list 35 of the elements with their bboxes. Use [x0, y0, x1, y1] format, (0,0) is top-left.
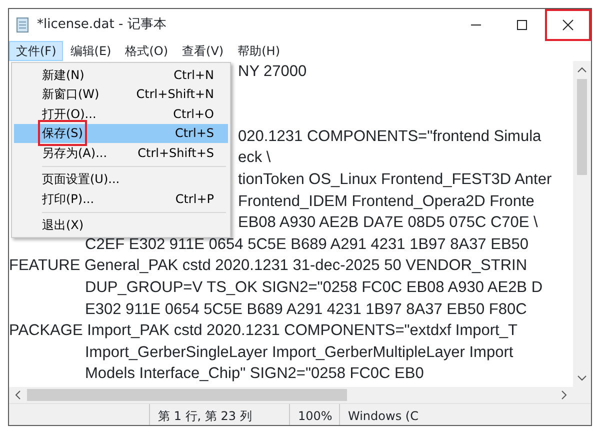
menu-item[interactable]: 格式(O): [118, 41, 176, 61]
text-line: EB08 A930 AE2B DA7E 08D5 075C C70E \: [238, 214, 538, 232]
text-line: eck \: [238, 149, 271, 166]
menu-item[interactable]: 编辑(E): [63, 41, 118, 61]
menu-item[interactable]: 打印(P)... Ctrl+P: [14, 189, 228, 208]
notepad-icon: [15, 17, 31, 33]
text-line: tionToken OS_Linux Frontend_FEST3D Anter: [238, 170, 552, 188]
text-line: Models Interface_Chip" SIGN2="0258 FC0C EB0: [85, 365, 424, 382]
maximize-icon: [516, 19, 528, 31]
text-line: Import_GerberSingleLayer Import_GerberMultipleLayer Import: [85, 344, 514, 361]
close-button[interactable]: [545, 9, 591, 41]
cursor-position: 第 1 行, 第 23 列: [149, 404, 289, 425]
window-title: *license.dat - 记事本: [37, 16, 168, 34]
menu-item[interactable]: 查看(V): [175, 41, 231, 61]
text-line: DUP_GROUP=V TS_OK SIGN2="0258 FC0C EB08 A930 AE2B D: [85, 278, 543, 296]
menu-item[interactable]: 帮助(H): [230, 41, 287, 61]
line-ending: Windows (C: [339, 404, 591, 425]
menu-item[interactable]: 退出(X): [14, 216, 228, 235]
menu-item[interactable]: 打开(O)... Ctrl+O: [14, 104, 228, 124]
text-line: C2EF E302 911E 0654 5C5E B689 A291 4231 1B97 8A37 EB50: [85, 236, 529, 253]
zoom-level: 100%: [289, 404, 339, 425]
text-line: E302 911E 0654 5C5E B689 A291 4231 1B97 8A37 EB50 F80C: [85, 300, 527, 318]
menu-item[interactable]: 另存为(A)... Ctrl+Shift+S: [14, 143, 228, 162]
text-line: Frontend_IDEM Frontend_Opera2D Fronte: [238, 192, 534, 210]
menu-item[interactable]: 文件(F): [9, 41, 64, 61]
text-line: NY 27000: [238, 63, 307, 80]
text-line: 020.1231 COMPONENTS="frontend Simula: [238, 128, 542, 145]
text-line: PACKAGE Import_PAK cstd 2020.1231 COMPONENTS="extdxf Import_T: [9, 322, 518, 340]
menu-item[interactable]: 新窗口(W) Ctrl+Shift+N: [14, 84, 228, 104]
scrollbar-thumb[interactable]: [577, 79, 587, 175]
menu-item[interactable]: 页面设置(U)...: [14, 170, 228, 189]
text-line: FEATURE General_PAK cstd 2020.1231 31-dec-2025 50 VENDOR_STRIN: [9, 257, 528, 274]
menu-item[interactable]: 新建(N) Ctrl+N: [14, 65, 228, 84]
scrollbar-thumb[interactable]: [27, 389, 347, 401]
close-icon: [562, 19, 574, 31]
